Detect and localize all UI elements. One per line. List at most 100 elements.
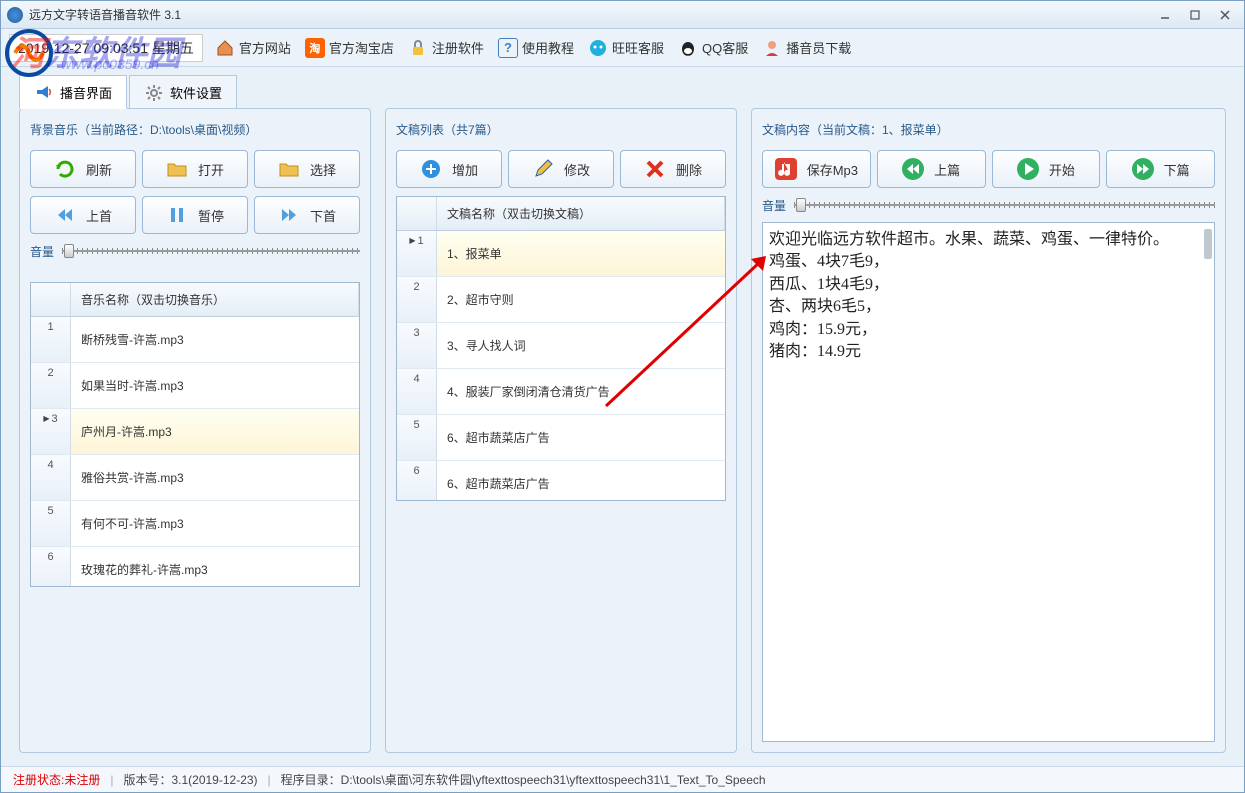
maximize-button[interactable] (1182, 6, 1208, 24)
content-volume-slider[interactable] (794, 196, 1215, 214)
doc-row[interactable]: 11、报菜单 (397, 231, 725, 277)
app-window: 远方文字转语音播音软件 3.1 河东软件园 www.pc0359.cn 2019… (0, 0, 1245, 793)
reg-status-value: 未注册 (64, 771, 100, 788)
panel-background-music: 背景音乐（当前路径：D:\tools\桌面\视频） 刷新 打开 选择 上首 暂停… (19, 108, 371, 753)
home-icon (215, 38, 235, 58)
start-button[interactable]: 开始 (992, 150, 1101, 188)
music-name: 雅俗共赏-许嵩.mp3 (71, 455, 359, 500)
window-title: 远方文字转语音播音软件 3.1 (29, 6, 1148, 23)
pause-icon (166, 204, 188, 226)
doc-name: 1、报菜单 (437, 231, 725, 276)
music-row[interactable]: 3庐州月-许嵩.mp3 (31, 409, 359, 455)
save-mp3-button[interactable]: 保存Mp3 (762, 150, 871, 188)
col-music-name: 音乐名称（双击切换音乐） (71, 283, 359, 316)
music-row[interactable]: 2如果当时-许嵩.mp3 (31, 363, 359, 409)
qq-icon (678, 38, 698, 58)
next-doc-button[interactable]: 下篇 (1106, 150, 1215, 188)
row-number: 4 (31, 455, 71, 500)
doc-row[interactable]: 44、服装厂家倒闭清仓清货广告 (397, 369, 725, 415)
music-name: 断桥残雪-许嵩.mp3 (71, 317, 359, 362)
pencil-icon (532, 158, 554, 180)
open-button[interactable]: 打开 (142, 150, 248, 188)
edit-button[interactable]: 修改 (508, 150, 614, 188)
rewind-icon (902, 158, 924, 180)
tab-settings[interactable]: 软件设置 (129, 75, 237, 109)
content-textarea[interactable]: 欢迎光临远方软件超市。水果、蔬菜、鸡蛋、一律特价。 鸡蛋、4块7毛9， 西瓜、1… (762, 222, 1215, 742)
link-taobao[interactable]: 淘官方淘宝店 (305, 38, 394, 58)
row-number: 4 (397, 369, 437, 414)
play-icon (1017, 158, 1039, 180)
doc-row[interactable]: 33、寻人找人词 (397, 323, 725, 369)
select-button[interactable]: 选择 (254, 150, 360, 188)
megaphone-icon (34, 82, 54, 102)
refresh-button[interactable]: 刷新 (30, 150, 136, 188)
main-tabs: 播音界面 软件设置 (1, 67, 1244, 109)
pause-button[interactable]: 暂停 (142, 196, 248, 234)
gear-icon (144, 83, 164, 103)
content-area: 背景音乐（当前路径：D:\tools\桌面\视频） 刷新 打开 选择 上首 暂停… (1, 108, 1244, 765)
titlebar: 远方文字转语音播音软件 3.1 (1, 1, 1244, 29)
doc-name: 6、超市蔬菜店广告 (437, 461, 725, 501)
row-number: 1 (31, 317, 71, 362)
doc-row[interactable]: 22、超市守则 (397, 277, 725, 323)
doc-name: 4、服装厂家倒闭清仓清货广告 (437, 369, 725, 414)
music-row[interactable]: 5有何不可-许嵩.mp3 (31, 501, 359, 547)
minimize-button[interactable] (1152, 6, 1178, 24)
row-number: 3 (397, 323, 437, 368)
scrollbar-thumb[interactable] (1204, 229, 1212, 259)
help-icon: ? (498, 38, 518, 58)
folder-icon (278, 158, 300, 180)
link-tutorial[interactable]: ?使用教程 (498, 38, 574, 58)
doc-row[interactable]: 56、超市蔬菜店广告 (397, 415, 725, 461)
content-text: 欢迎光临远方软件超市。水果、蔬菜、鸡蛋、一律特价。 鸡蛋、4块7毛9， 西瓜、1… (769, 229, 1208, 363)
forward-icon (1132, 158, 1154, 180)
prev-doc-button[interactable]: 上篇 (877, 150, 986, 188)
doc-row[interactable]: 66、超市蔬菜店广告 (397, 461, 725, 501)
music-row[interactable]: 4雅俗共赏-许嵩.mp3 (31, 455, 359, 501)
bg-volume-label: 音量 (30, 243, 54, 260)
music-row[interactable]: 1断桥残雪-许嵩.mp3 (31, 317, 359, 363)
music-name: 庐州月-许嵩.mp3 (71, 409, 359, 454)
main-toolbar: 2019-12-27 09:03:51 星期五 官方网站 淘官方淘宝店 注册软件… (1, 29, 1244, 67)
doc-name: 2、超市守则 (437, 277, 725, 322)
panel-content: 文稿内容（当前文稿：1、报菜单） 保存Mp3 上篇 开始 下篇 音量 欢迎光临远… (751, 108, 1226, 753)
refresh-icon (54, 158, 76, 180)
delete-icon (644, 158, 666, 180)
row-number: 2 (31, 363, 71, 408)
add-button[interactable]: 增加 (396, 150, 502, 188)
docs-grid: 文稿名称（双击切换文稿） 11、报菜单22、超市守则33、寻人找人词44、服装厂… (396, 196, 726, 501)
version-label: 版本号：3.1(2019-12-23) (123, 771, 257, 788)
doc-name: 6、超市蔬菜店广告 (437, 415, 725, 460)
link-qq[interactable]: QQ客服 (678, 38, 748, 58)
row-number: 6 (397, 461, 437, 501)
row-number: 6 (31, 547, 71, 587)
close-button[interactable] (1212, 6, 1238, 24)
music-row[interactable]: 6玫瑰花的葬礼-许嵩.mp3 (31, 547, 359, 587)
person-icon (762, 38, 782, 58)
row-number: 1 (397, 231, 437, 276)
panel-content-title: 文稿内容（当前文稿：1、报菜单） (762, 119, 1215, 140)
plus-icon (420, 158, 442, 180)
app-icon (7, 7, 23, 23)
datetime-display: 2019-12-27 09:03:51 星期五 (9, 34, 203, 62)
prev-track-button[interactable]: 上首 (30, 196, 136, 234)
music-name: 有何不可-许嵩.mp3 (71, 501, 359, 546)
bg-volume-slider[interactable] (62, 242, 360, 260)
link-official-site[interactable]: 官方网站 (215, 38, 291, 58)
delete-button[interactable]: 删除 (620, 150, 726, 188)
link-wangwang[interactable]: 旺旺客服 (588, 38, 664, 58)
music-name: 如果当时-许嵩.mp3 (71, 363, 359, 408)
tab-broadcast[interactable]: 播音界面 (19, 75, 127, 109)
link-announcer[interactable]: 播音员下载 (762, 38, 851, 58)
music-grid-header: 音乐名称（双击切换音乐） (31, 283, 359, 317)
next-track-button[interactable]: 下首 (254, 196, 360, 234)
panel-documents: 文稿列表（共7篇） 增加 修改 删除 文稿名称（双击切换文稿） 11、报菜单22… (385, 108, 737, 753)
col-num (31, 283, 71, 316)
content-volume-label: 音量 (762, 197, 786, 214)
docs-grid-header: 文稿名称（双击切换文稿） (397, 197, 725, 231)
program-path: 程序目录：D:\tools\桌面\河东软件园\yftexttospeech31\… (281, 771, 766, 788)
link-register[interactable]: 注册软件 (408, 38, 484, 58)
reg-status-label: 注册状态: (13, 771, 64, 788)
wangwang-icon (588, 38, 608, 58)
panel-docs-title: 文稿列表（共7篇） (396, 119, 726, 140)
